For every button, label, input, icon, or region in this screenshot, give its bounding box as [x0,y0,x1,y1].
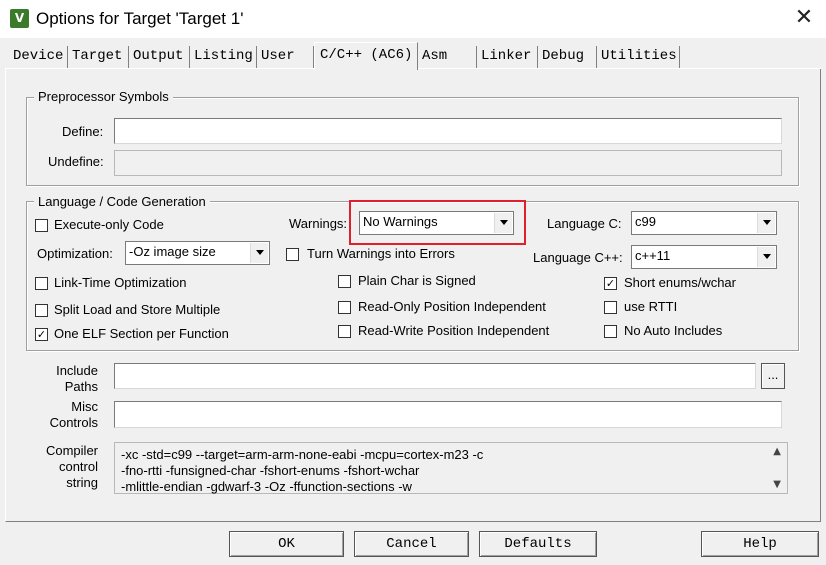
tab-output[interactable]: Output [130,46,190,68]
misc-controls-label-line2: Controls [49,415,98,430]
optimization-label: Optimization: [37,246,113,261]
optimization-select[interactable]: -Oz image size [125,241,270,265]
split-ldm-label: Split Load and Store Multiple [54,302,221,317]
one-elf-checkbox[interactable]: ✓ [35,328,48,341]
lto-checkbox[interactable] [35,277,48,290]
tab-user[interactable]: User [258,46,314,68]
undefine-label: Undefine: [48,154,104,169]
no-auto-includes-label: No Auto Includes [624,323,723,338]
rtti-checkbox[interactable] [604,301,617,314]
ropi-label: Read-Only Position Independent [358,299,546,314]
execute-only-checkbox[interactable] [35,219,48,232]
preprocessor-legend: Preprocessor Symbols [34,89,173,104]
plain-char-label: Plain Char is Signed [358,273,476,288]
execute-only-label: Execute-only Code [54,217,164,232]
include-paths-label: Include Paths [30,363,98,395]
warnings-to-errors-label: Turn Warnings into Errors [307,246,455,261]
compiler-control-label-line3: string [66,475,98,490]
chevron-down-icon[interactable] [250,243,268,263]
undefine-input[interactable] [114,150,782,176]
define-input[interactable] [114,118,782,144]
compiler-control-label-line1: Compiler [45,443,98,458]
rwpi-label: Read-Write Position Independent [358,323,550,338]
tab-asm[interactable]: Asm [419,46,477,68]
tab-cpp-ac6[interactable]: C/C++ (AC6) [314,42,418,70]
browse-include-button[interactable]: ... [761,363,785,389]
one-elf-label: One ELF Section per Function [54,326,229,341]
split-ldm-checkbox[interactable] [35,304,48,317]
compiler-control-label-line2: control [58,459,98,474]
chevron-down-icon[interactable] [757,213,775,233]
close-icon[interactable]: ✕ [786,4,822,34]
chevron-down-icon[interactable] [757,247,775,267]
language-cpp-label: Language C++: [533,250,623,265]
warnings-label: Warnings: [289,216,348,231]
ropi-checkbox[interactable] [338,301,351,314]
tab-target[interactable]: Target [69,46,129,68]
tab-listing[interactable]: Listing [191,46,257,68]
warnings-to-errors-checkbox[interactable] [286,248,299,261]
compiler-string-line: -fno-rtti -funsigned-char -fshort-enums … [121,463,420,478]
define-label: Define: [62,124,104,139]
misc-controls-label: Misc Controls [30,399,98,431]
optimization-value: -Oz image size [129,244,216,259]
language-c-value: c99 [635,214,656,229]
compiler-string-line: -xc -std=c99 --target=arm-arm-none-eabi … [121,447,484,462]
short-enums-label: Short enums/wchar [624,275,736,290]
tab-device[interactable]: Device [10,46,68,68]
lto-label: Link-Time Optimization [54,275,187,290]
misc-controls-input[interactable] [114,401,782,428]
language-c-label: Language C: [547,216,622,231]
highlight-box [349,200,526,245]
help-button[interactable]: Help [701,531,819,557]
compiler-control-label: Compiler control string [30,443,98,491]
compiler-control-string[interactable]: -xc -std=c99 --target=arm-arm-none-eabi … [114,442,788,494]
misc-controls-label-line1: Misc [71,399,98,414]
cancel-button[interactable]: Cancel [354,531,469,557]
scroll-down-icon[interactable]: ▼ [773,479,781,490]
short-enums-checkbox[interactable]: ✓ [604,277,617,290]
language-cpp-value: c++11 [635,248,671,263]
uvision-icon: V [10,9,29,28]
tab-debug[interactable]: Debug [539,46,597,68]
tab-linker[interactable]: Linker [478,46,538,68]
include-paths-input[interactable] [114,363,756,389]
tab-utilities[interactable]: Utilities [598,46,680,68]
rtti-label: use RTTI [624,299,678,314]
plain-char-checkbox[interactable] [338,275,351,288]
window-title: Options for Target 'Target 1' [36,9,244,28]
scroll-up-icon[interactable]: ▲ [773,446,781,457]
compiler-string-line: -mlittle-endian -gdwarf-3 -Oz -ffunction… [121,479,412,494]
codegen-legend: Language / Code Generation [34,194,210,209]
language-c-select[interactable]: c99 [631,211,777,235]
defaults-button[interactable]: Defaults [479,531,597,557]
ok-button[interactable]: OK [229,531,344,557]
include-paths-label-line2: Paths [64,379,98,394]
include-paths-label-line1: Include [56,363,98,378]
no-auto-includes-checkbox[interactable] [604,325,617,338]
language-cpp-select[interactable]: c++11 [631,245,777,269]
rwpi-checkbox[interactable] [338,325,351,338]
